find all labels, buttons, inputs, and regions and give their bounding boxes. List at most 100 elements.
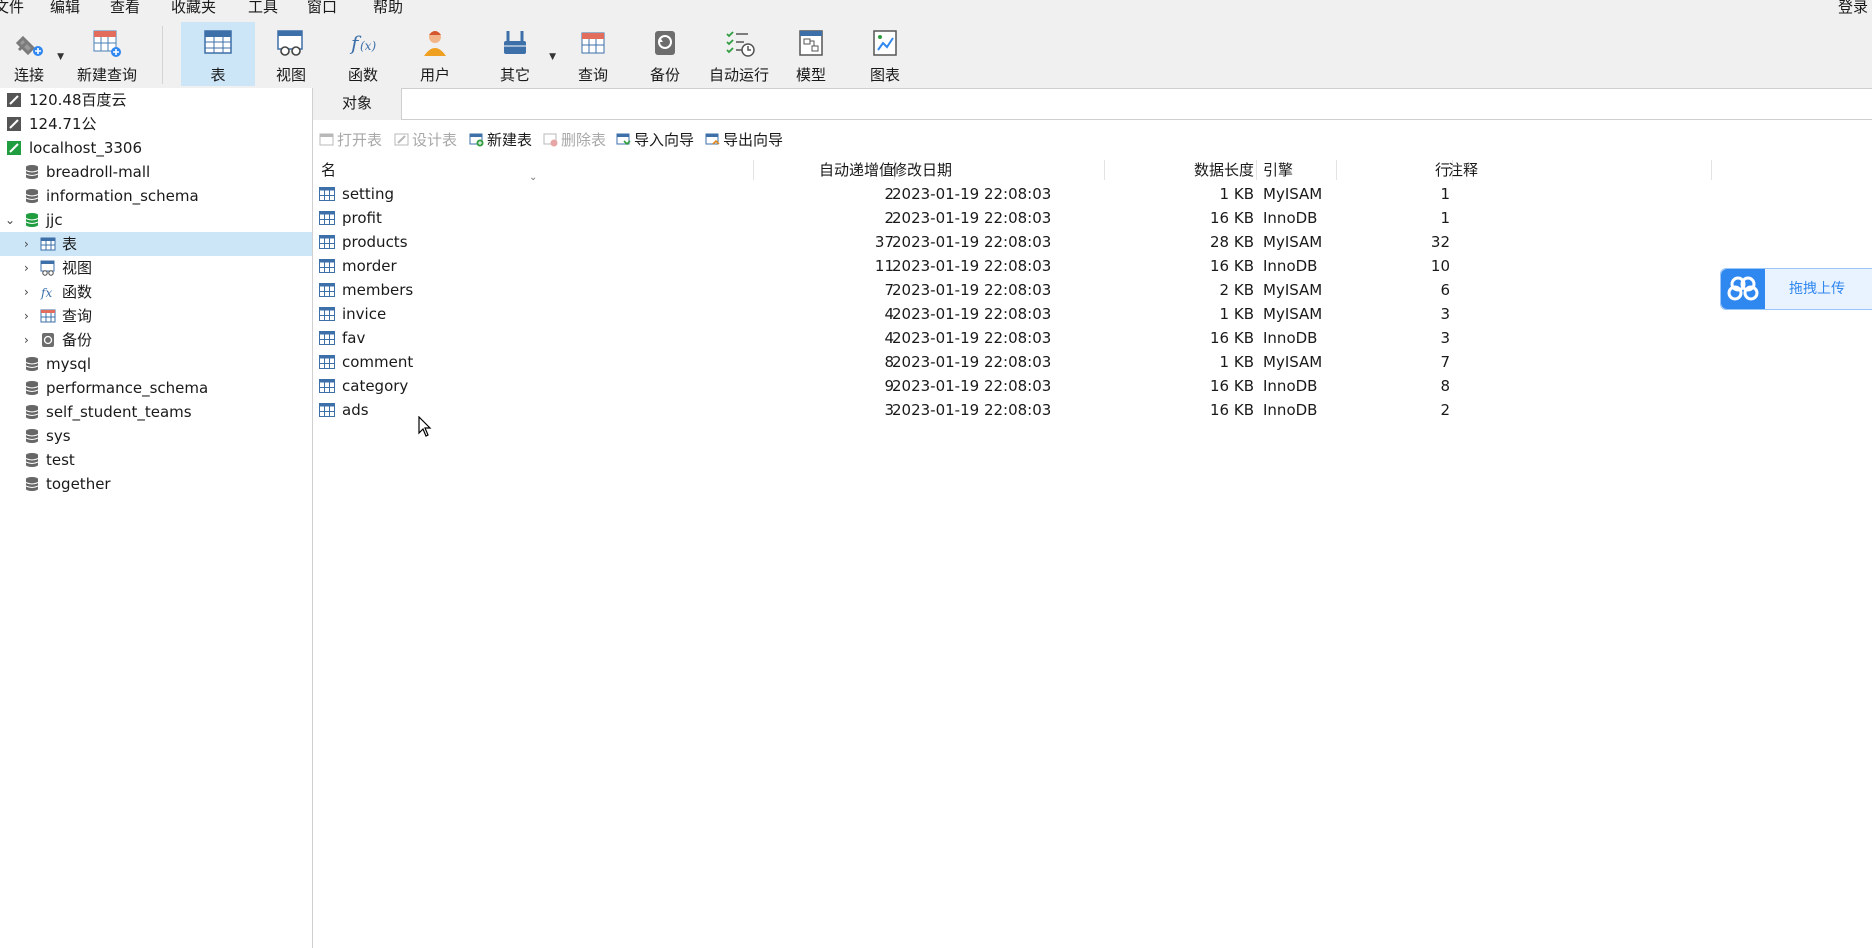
cell-engine: InnoDB (1263, 209, 1318, 227)
database-item[interactable]: sys (0, 424, 312, 448)
export-wizard-button[interactable]: 导出向导 (705, 128, 791, 152)
cell-engine: MyISAM (1263, 281, 1323, 299)
database-item[interactable]: breadroll-mall (0, 160, 312, 184)
connection-tree: 120.48百度云 124.71公 localhost_3306 breadro… (0, 88, 313, 948)
cell-auto-increment: 2 (884, 209, 894, 227)
database-icon (25, 405, 39, 419)
cell-name: products (342, 233, 408, 251)
chevron-right-icon[interactable]: › (24, 304, 29, 328)
menu-file[interactable]: 文件 (0, 0, 24, 16)
function-button[interactable]: f (x) 函数 (334, 22, 392, 86)
table-row[interactable]: category 9 2023-01-19 22:08:03 16 KB InnoDB 8 (313, 374, 1713, 398)
cell-name: comment (342, 353, 414, 371)
chevron-right-icon[interactable]: › (24, 328, 29, 352)
view-button[interactable]: 视图 (262, 22, 320, 86)
column-header-comment[interactable]: 注释 (1448, 158, 1478, 182)
chevron-down-icon[interactable]: ⌄ (5, 208, 15, 232)
new-table-label: 新建表 (487, 131, 533, 149)
connection-item[interactable]: 120.48百度云 (0, 88, 312, 112)
menu-help[interactable]: 帮助 (373, 0, 403, 16)
column-header-engine[interactable]: 引擎 (1263, 158, 1293, 182)
menu-edit[interactable]: 编辑 (50, 0, 80, 16)
chevron-right-icon[interactable]: › (24, 280, 29, 304)
database-label: together (46, 475, 111, 493)
chart-button[interactable]: 图表 (856, 22, 914, 86)
table-row[interactable]: fav 4 2023-01-19 22:08:03 16 KB InnoDB 3 (313, 326, 1713, 350)
other-button[interactable]: 其它 ▼ (486, 22, 556, 86)
column-header-modified[interactable]: 修改日期 (892, 158, 952, 182)
new-table-button[interactable]: 新建表 (469, 128, 541, 152)
cell-data-length: 16 KB (1210, 329, 1254, 347)
database-item[interactable]: information_schema (0, 184, 312, 208)
tree-item-tables[interactable]: › 表 (0, 232, 312, 256)
tools-icon (504, 31, 526, 54)
cell-rows: 32 (1430, 233, 1450, 251)
cell-data-length: 1 KB (1219, 305, 1254, 323)
tree-item-backups[interactable]: › 备份 (0, 328, 312, 352)
table-header: 名 ⌄ 自动递增值 修改日期 数据长度 引擎 行 注释 (313, 158, 1713, 183)
table-icon (319, 187, 335, 201)
table-row[interactable]: members 7 2023-01-19 22:08:03 2 KB MyISAM 6 (313, 278, 1713, 302)
cell-data-length: 1 KB (1219, 353, 1254, 371)
table-row[interactable]: profit 2 2023-01-19 22:08:03 16 KB InnoDB 1 (313, 206, 1713, 230)
table-row[interactable]: products 37 2023-01-19 22:08:03 28 KB MyISAM… (313, 230, 1713, 254)
chevron-right-icon[interactable]: › (24, 232, 29, 256)
menu-window[interactable]: 窗口 (307, 0, 337, 16)
import-wizard-button[interactable]: 导入向导 (616, 128, 702, 152)
query-button[interactable]: 查询 (564, 22, 622, 86)
backup-button[interactable]: 备份 (636, 22, 694, 86)
cell-data-length: 16 KB (1210, 257, 1254, 275)
cell-engine: MyISAM (1263, 353, 1323, 371)
table-row[interactable]: invice 4 2023-01-19 22:08:03 1 KB MyISAM 3 (313, 302, 1713, 326)
menu-view[interactable]: 查看 (110, 0, 140, 16)
database-item[interactable]: self_student_teams (0, 400, 312, 424)
menu-favorites[interactable]: 收藏夹 (171, 0, 216, 16)
column-header-rows[interactable]: 行 (1337, 158, 1450, 182)
tree-item-functions[interactable]: › fx 函数 (0, 280, 312, 304)
open-table-button[interactable]: 打开表 (319, 128, 391, 152)
table-row[interactable]: morder 11 2023-01-19 22:08:03 16 KB InnoDB 10 (313, 254, 1713, 278)
database-item[interactable]: test (0, 448, 312, 472)
model-button[interactable]: 模型 (782, 22, 840, 86)
column-header-auto-increment[interactable]: 自动递增值 (754, 158, 894, 182)
column-header-data-length[interactable]: 数据长度 (1105, 158, 1254, 182)
upload-widget[interactable]: 拖拽上传 (1720, 268, 1872, 310)
tab-objects[interactable]: 对象 (313, 88, 402, 120)
cell-data-length: 28 KB (1210, 233, 1254, 251)
table-row[interactable]: comment 8 2023-01-19 22:08:03 1 KB MyISAM 7 (313, 350, 1713, 374)
database-label: information_schema (46, 187, 199, 205)
table-button[interactable]: 表 (181, 22, 255, 86)
table-row[interactable]: ads 3 2023-01-19 22:08:03 16 KB InnoDB 2 (313, 398, 1713, 422)
table-row[interactable]: setting 2 2023-01-19 22:08:03 1 KB MyISAM 1 (313, 182, 1713, 206)
connection-item[interactable]: 124.71公 (0, 112, 312, 136)
tree-item-label: 表 (62, 235, 78, 253)
cell-modified: 2023-01-19 22:08:03 (892, 185, 1052, 203)
delete-table-button[interactable]: 删除表 (543, 128, 615, 152)
column-header-name[interactable]: 名 (321, 158, 336, 182)
tree-item-queries[interactable]: › 查询 (0, 304, 312, 328)
cell-name: ads (342, 401, 369, 419)
cell-modified: 2023-01-19 22:08:03 (892, 281, 1052, 299)
model-icon (799, 30, 823, 56)
chevron-down-icon[interactable]: ▼ (57, 52, 64, 62)
database-item[interactable]: performance_schema (0, 376, 312, 400)
menu-tools[interactable]: 工具 (248, 0, 278, 16)
database-item[interactable]: mysql (0, 352, 312, 376)
connection-item[interactable]: localhost_3306 (0, 136, 312, 160)
database-item[interactable]: together (0, 472, 312, 496)
autorun-button[interactable]: 自动运行 (706, 22, 772, 86)
backup-icon (655, 31, 675, 55)
new-query-button[interactable]: 新建查询 (70, 22, 144, 86)
other-label: 其它 (499, 66, 530, 84)
chevron-right-icon[interactable]: › (24, 256, 29, 280)
design-table-button[interactable]: 设计表 (394, 128, 466, 152)
chevron-down-icon[interactable]: ▼ (549, 52, 556, 62)
user-icon (424, 31, 446, 56)
login-link[interactable]: 登录 (1838, 0, 1868, 16)
open-table-label: 打开表 (337, 131, 383, 149)
new-table-icon (469, 133, 484, 147)
database-item-open[interactable]: ⌄ jjc (0, 208, 312, 232)
tree-item-views[interactable]: › 视图 (0, 256, 312, 280)
connect-button[interactable]: 连接 ▼ (6, 22, 64, 86)
user-button[interactable]: 用户 (406, 22, 464, 86)
